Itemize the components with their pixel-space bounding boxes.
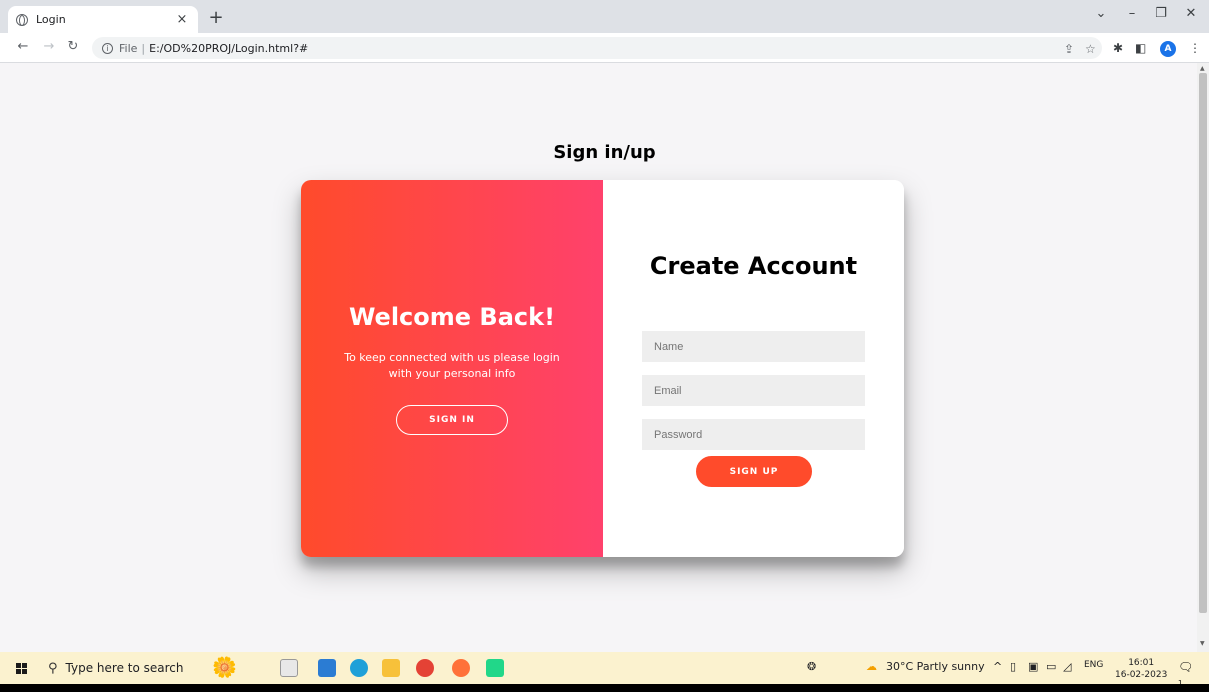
mail-icon[interactable]	[318, 659, 336, 677]
taskbar: ⚲ Type here to search 🌼 ❂ ☁ 30°C Partly …	[0, 652, 1209, 687]
info-icon[interactable]: i	[102, 42, 113, 54]
screen-bottom-edge	[0, 684, 1209, 692]
window-close-icon[interactable]: ✕	[1180, 6, 1202, 21]
wifi-icon[interactable]: ◿	[1063, 660, 1071, 673]
maximize-icon[interactable]: ❐	[1150, 6, 1172, 21]
sign-in-button[interactable]: SIGN IN	[396, 405, 508, 435]
windows-start-icon[interactable]	[16, 663, 28, 675]
star-icon[interactable]: ☆	[1085, 42, 1096, 56]
welcome-text: To keep connected with us please login w…	[344, 351, 560, 380]
page-title: Sign in/up	[553, 142, 656, 163]
password-field[interactable]	[642, 419, 865, 450]
new-tab-button[interactable]: +	[205, 8, 227, 30]
signup-form: Create Account SIGN UP	[603, 180, 904, 557]
clock-date: 16-02-2023	[1115, 670, 1168, 680]
welcome-panel: Welcome Back! To keep connected with us …	[301, 180, 603, 557]
menu-icon[interactable]: ⋮	[1189, 41, 1201, 55]
task-view-icon[interactable]	[280, 659, 298, 677]
address-bar[interactable]: i File | E:/OD%20PROJ/Login.html?#	[92, 37, 1102, 59]
browser-toolbar: ← → ↻ i File | E:/OD%20PROJ/Login.html?#…	[0, 33, 1209, 63]
share-icon[interactable]: ⇪	[1064, 42, 1074, 56]
scroll-down-icon[interactable]: ▼	[1200, 640, 1205, 647]
network-icon[interactable]: ▣	[1028, 660, 1038, 673]
back-icon[interactable]: ←	[14, 39, 32, 54]
auth-card: Welcome Back! To keep connected with us …	[301, 180, 904, 557]
weather-text[interactable]: 30°C Partly sunny	[886, 660, 985, 673]
globe-icon	[16, 13, 28, 26]
scroll-up-icon[interactable]: ▲	[1200, 65, 1205, 72]
page-content: Sign in/up Welcome Back! To keep connect…	[0, 63, 1197, 652]
reload-icon[interactable]: ↻	[64, 39, 82, 54]
search-highlight-icon[interactable]: 🌼	[212, 655, 237, 679]
edge-icon[interactable]	[350, 659, 368, 677]
tab-login[interactable]: Login ×	[8, 6, 198, 33]
welcome-heading: Welcome Back!	[348, 303, 556, 331]
sign-up-button[interactable]: SIGN UP	[696, 456, 812, 487]
sidepanel-icon[interactable]: ◧	[1135, 41, 1146, 55]
chrome-icon[interactable]	[416, 659, 434, 677]
firefox-icon[interactable]	[452, 659, 470, 677]
address-separator: |	[141, 41, 146, 55]
battery-icon[interactable]: ▭	[1046, 660, 1056, 673]
security-icon[interactable]: ❂	[807, 660, 816, 673]
file-explorer-icon[interactable]	[382, 659, 400, 677]
minimize-icon[interactable]: –	[1121, 6, 1143, 21]
create-account-heading: Create Account	[649, 252, 858, 280]
profile-icon[interactable]: A	[1160, 41, 1176, 57]
email-field[interactable]	[642, 375, 865, 406]
address-scheme: File	[119, 41, 138, 55]
tab-title: Login	[36, 13, 66, 26]
pycharm-icon[interactable]	[486, 659, 504, 677]
tab-search-icon[interactable]: ⌄	[1090, 6, 1112, 21]
weather-icon[interactable]: ☁	[866, 660, 877, 673]
taskbar-clock[interactable]: 16:01 16-02-2023	[1115, 657, 1167, 681]
clock-time: 16:01	[1128, 658, 1155, 668]
tray-overflow-icon[interactable]: ^	[993, 660, 1002, 673]
tab-strip: Login × + ⌄ – ❐ ✕	[0, 0, 1209, 33]
name-field[interactable]	[642, 331, 865, 362]
close-icon[interactable]: ×	[174, 12, 190, 27]
search-icon: ⚲	[48, 660, 58, 676]
tray-app-icon[interactable]: ▯	[1010, 660, 1016, 673]
taskbar-search[interactable]: ⚲ Type here to search	[48, 655, 208, 681]
forward-icon[interactable]: →	[40, 39, 58, 54]
address-url: E:/OD%20PROJ/Login.html?#	[149, 41, 309, 55]
extensions-icon[interactable]: ✱	[1113, 41, 1123, 55]
language-indicator[interactable]: ENG	[1084, 660, 1103, 670]
taskbar-search-placeholder: Type here to search	[65, 661, 184, 675]
notification-icon[interactable]: 🗨1	[1178, 660, 1194, 687]
